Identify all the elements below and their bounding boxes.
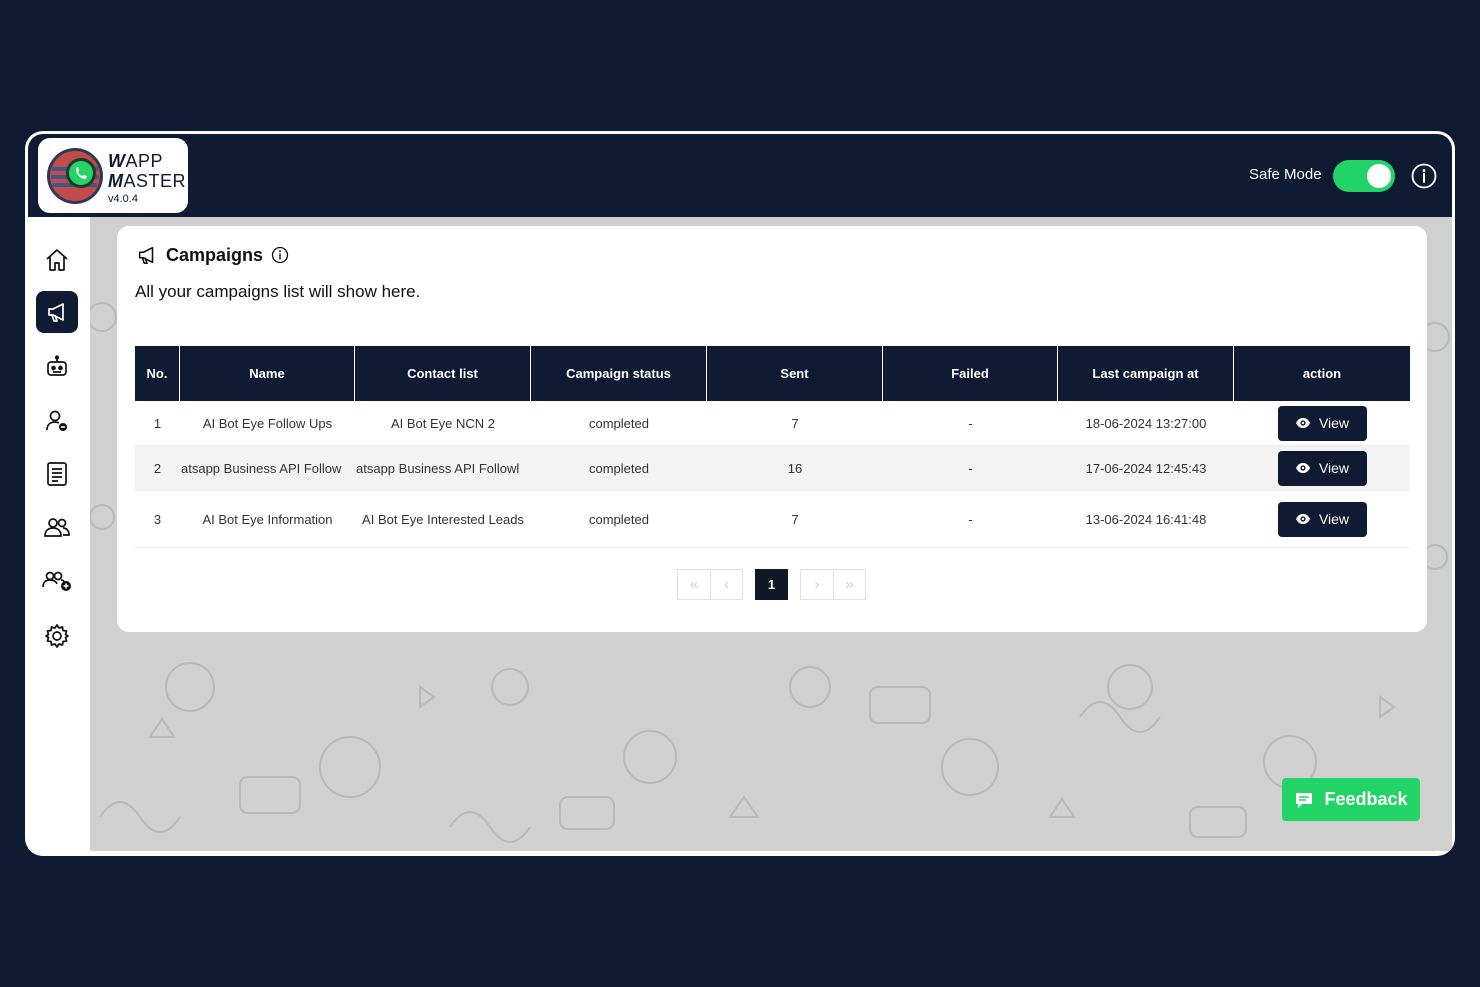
column-header-campaign-status[interactable]: Campaign status [531,346,707,401]
cell-status: completed [589,511,649,527]
safe-mode-label: Safe Mode [1249,166,1322,183]
cell-last-campaign-at: 13-06-2024 16:41:48 [1085,511,1207,527]
pagination: « ‹ 1 › » [677,569,866,600]
cell-failed: - [968,415,973,431]
view-button-label: View [1318,415,1350,431]
page-title: Campaigns [166,244,264,265]
cell-contact-list: AI Bot Eye Interested Leads [362,511,524,527]
home-icon [46,249,68,271]
info-icon[interactable] [271,246,289,264]
cell-sent: 7 [791,415,799,431]
sidebar [28,217,90,856]
sidebar-item-groups[interactable] [36,507,78,549]
cell-action: View [1234,446,1410,490]
app-logo[interactable]: WAPP MASTER v4.0.4 [38,138,188,213]
table-row: 1 AI Bot Eye Follow Ups AI Bot Eye NCN 2… [135,401,1410,446]
sidebar-item-settings[interactable] [36,615,78,657]
pagination-forward-group: › » [800,569,866,600]
view-button-label: View [1318,460,1350,476]
content-area: Campaigns All your campaigns list will s… [90,217,1452,851]
app-version: v4.0.4 [108,193,138,205]
cell-status: completed [589,415,649,431]
list-icon [47,462,67,486]
user-add-group-icon [42,571,71,591]
eye-icon [1295,418,1310,428]
whatsapp-logo-icon [47,148,103,204]
cell-action: View [1234,491,1410,547]
cell-no: 3 [153,511,162,527]
view-button[interactable]: View [1277,501,1367,537]
page-title-row: Campaigns [136,244,289,266]
users-icon [44,518,70,537]
cell-name: AI Bot Eye Information [202,511,333,527]
info-icon[interactable] [1411,163,1437,189]
cell-failed: - [968,511,973,527]
sidebar-item-chatbot[interactable] [36,346,78,388]
column-header-sent[interactable]: Sent [707,346,883,401]
sidebar-item-contacts[interactable] [36,400,78,442]
cell-failed: - [968,460,973,476]
megaphone-icon [138,246,154,265]
cell-sent: 16 [787,460,803,476]
first-page-button[interactable]: « [678,570,710,599]
cell-no: 2 [153,460,162,476]
pagination-back-group: « ‹ [677,569,743,600]
column-header-no[interactable]: No. [135,346,180,401]
sidebar-item-lists[interactable] [36,453,78,495]
view-button[interactable]: View [1277,450,1367,486]
gear-icon [45,624,69,648]
cell-last-campaign-at: 18-06-2024 13:27:00 [1085,415,1207,431]
page-subtitle: All your campaigns list will show here. [135,282,421,301]
cell-contact-list: atsapp Business API Followl [356,460,520,476]
cell-status: completed [589,460,649,476]
table-header: No. Name Contact list Campaign status Se… [135,346,1410,401]
sidebar-item-campaigns[interactable] [36,291,78,333]
campaigns-card: Campaigns All your campaigns list will s… [117,226,1427,632]
cell-name: AI Bot Eye Follow Ups [202,415,333,431]
sidebar-item-home[interactable] [36,239,78,281]
logo-text-line1: WAPP [108,151,164,171]
feedback-button[interactable]: Feedback [1282,778,1420,821]
eye-icon [1295,463,1310,473]
logo-text-line2: MASTER [108,171,187,191]
safe-mode-toggle[interactable] [1333,160,1395,192]
feedback-button-label: Feedback [1324,789,1408,809]
campaigns-table: No. Name Contact list Campaign status Se… [135,346,1410,548]
column-header-action: action [1302,366,1342,381]
cell-action: View [1234,401,1410,445]
table-row: 3 AI Bot Eye Information AI Bot Eye Inte… [135,491,1410,548]
top-bar: WAPP MASTER v4.0.4 Safe Mode [28,134,1452,217]
column-header-last-campaign-at[interactable]: Last campaign at [1058,346,1234,401]
cell-contact-list: AI Bot Eye NCN 2 [390,415,496,431]
user-remove-icon [46,410,67,431]
prev-page-button[interactable]: ‹ [710,570,742,599]
cell-sent: 7 [791,511,799,527]
last-page-button[interactable]: » [833,570,865,599]
column-header-name[interactable]: Name [180,346,355,401]
cell-last-campaign-at: 17-06-2024 12:45:43 [1085,460,1207,476]
sidebar-item-team[interactable] [36,560,78,602]
eye-icon [1295,514,1310,524]
app-window: WAPP MASTER v4.0.4 Safe Mode Campaigns A… [25,131,1455,856]
megaphone-icon [48,303,64,322]
column-header-failed[interactable]: Failed [883,346,1058,401]
current-page-button[interactable]: 1 [755,569,788,600]
feedback-icon [1296,792,1313,808]
table-row: 2 atsapp Business API Follow atsapp Busi… [135,446,1410,491]
cell-no: 1 [153,415,162,431]
view-button[interactable]: View [1277,405,1367,441]
next-page-button[interactable]: › [801,570,833,599]
column-header-contact-list[interactable]: Contact list [355,346,531,401]
view-button-label: View [1318,511,1350,527]
robot-icon [47,355,67,376]
cell-name: atsapp Business API Follow [181,460,342,476]
